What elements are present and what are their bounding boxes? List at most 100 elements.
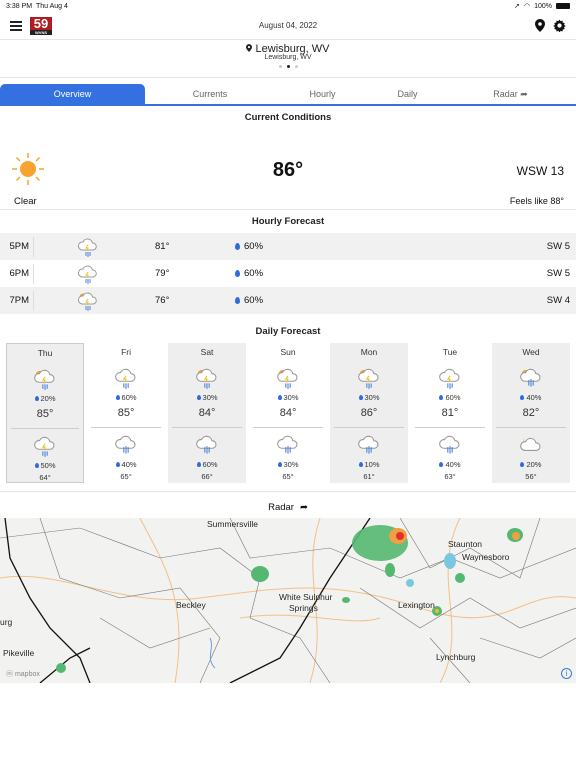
- day-name: Sat: [200, 347, 214, 357]
- map-label: Pikeville: [3, 648, 35, 658]
- precip-value: 10%: [364, 460, 380, 469]
- settings-gear-icon[interactable]: [553, 19, 566, 32]
- hour-wind: SW 4: [546, 295, 570, 306]
- hour-precip: 60%: [235, 241, 263, 252]
- precip-value: 40%: [526, 393, 542, 402]
- day-name: Mon: [360, 347, 378, 357]
- map-label: urg: [0, 617, 13, 627]
- location-header: Lewisburg, WV Lewisburg, WV: [0, 40, 576, 78]
- wind-value: WSW 13: [516, 164, 564, 178]
- raindrop-icon: [277, 395, 282, 400]
- hour-wind: SW 5: [546, 268, 570, 279]
- station-logo[interactable]: 59 WVNS: [30, 16, 52, 35]
- divider: [415, 427, 485, 428]
- map-label: Staunton: [448, 539, 483, 549]
- map-label: Springs: [289, 603, 318, 613]
- page-dot-add[interactable]: [294, 65, 298, 68]
- raindrop-icon: [115, 462, 120, 467]
- hourly-row[interactable]: 5PM 81° 60% SW 5: [0, 233, 576, 260]
- precip-value: 30%: [283, 460, 299, 469]
- daily-card[interactable]: Sun 30% 84° 30% 65°: [249, 343, 327, 483]
- tab-daily[interactable]: Daily: [370, 84, 445, 104]
- night-cloudy-icon: [492, 432, 570, 458]
- partly-sunny-rain-icon: [492, 365, 570, 391]
- tab-label: Overview: [53, 89, 92, 99]
- tab-label: Hourly: [309, 89, 336, 99]
- raindrop-icon: [235, 270, 240, 277]
- rain-icon: [87, 432, 165, 458]
- hour-time: 6PM: [0, 263, 34, 284]
- raindrop-icon: [358, 462, 363, 467]
- map-label: Summersville: [207, 519, 259, 529]
- precip-value: 50%: [40, 461, 56, 470]
- header-date: August 04, 2022: [258, 21, 318, 30]
- low-temp: 61°: [363, 472, 375, 481]
- status-time: 3:38 PM: [6, 2, 33, 10]
- logo-sub: WVNS: [30, 29, 52, 35]
- hourly-row[interactable]: 7PM 76° 60% SW 4: [0, 287, 576, 314]
- raindrop-icon: [277, 462, 282, 467]
- daily-card[interactable]: Sat 30% 84° 60% 66°: [168, 343, 247, 483]
- thunderstorm-icon: [76, 262, 100, 289]
- map-label: Beckley: [176, 600, 206, 610]
- page-dot-active[interactable]: [286, 65, 290, 68]
- high-temp: 84°: [198, 407, 216, 419]
- location-pin-icon[interactable]: [535, 19, 545, 32]
- radar-map[interactable]: Summersville Beckley White Sulphur Sprin…: [0, 518, 576, 683]
- night-thunderstorm-icon: [7, 433, 83, 459]
- mapbox-attribution[interactable]: ⓜ mapbox: [6, 669, 40, 679]
- precip-value: 60%: [244, 268, 264, 279]
- current-conditions: Clear 86° WSW 13 Feels like 88°: [0, 129, 576, 209]
- day-name: Thu: [37, 348, 53, 358]
- day-precip: 40%: [492, 393, 570, 402]
- raindrop-icon: [196, 462, 201, 467]
- raindrop-icon: [358, 395, 363, 400]
- daily-forecast-title: Daily Forecast: [255, 326, 321, 337]
- raindrop-icon: [439, 462, 444, 467]
- page-indicator[interactable]: [0, 65, 576, 68]
- tab-currents[interactable]: Currents: [145, 84, 275, 104]
- precip-value: 40%: [121, 460, 137, 469]
- precip-value: 60%: [445, 393, 461, 402]
- divider: [253, 427, 324, 428]
- page-dot[interactable]: [278, 65, 282, 68]
- high-temp: 81°: [441, 407, 459, 419]
- raindrop-icon: [520, 462, 525, 467]
- day-precip: 60%: [87, 393, 165, 402]
- share-icon[interactable]: ➦: [300, 502, 308, 513]
- hourly-row[interactable]: 6PM 79° 60% SW 5: [0, 260, 576, 287]
- night-precip: 60%: [168, 460, 246, 469]
- tab-hourly[interactable]: Hourly: [275, 84, 370, 104]
- night-precip: 10%: [330, 460, 408, 469]
- menu-icon[interactable]: [10, 20, 22, 31]
- high-temp: 85°: [117, 407, 135, 419]
- daily-card[interactable]: Fri 60% 85° 40% 65°: [87, 343, 165, 483]
- daily-card[interactable]: Tue 60% 81° 40% 63°: [411, 343, 489, 483]
- raindrop-icon: [115, 395, 120, 400]
- battery-percent: 100%: [534, 2, 552, 10]
- feels-like: Feels like 88°: [509, 196, 564, 206]
- daily-card[interactable]: Mon 30% 86° 10% 61°: [330, 343, 408, 483]
- hour-wind: SW 5: [546, 241, 570, 252]
- night-rain-icon: [168, 432, 246, 458]
- tab-label: Currents: [192, 89, 228, 99]
- map-label: White Sulphur: [279, 592, 333, 602]
- tab-radar[interactable]: Radar ➦: [445, 84, 576, 104]
- info-icon[interactable]: i: [561, 668, 572, 679]
- low-temp: 63°: [444, 472, 456, 481]
- share-icon: ➦: [520, 88, 528, 99]
- tab-overview[interactable]: Overview: [0, 84, 145, 104]
- precip-value: 60%: [121, 393, 137, 402]
- status-day: Thu Aug 4: [35, 2, 68, 10]
- map-label: Waynesboro: [462, 552, 510, 562]
- hour-temp: 81°: [155, 241, 170, 252]
- night-precip: 50%: [7, 461, 83, 470]
- daily-card[interactable]: Thu 20% 85° 50% 64°: [6, 343, 85, 483]
- location-subtitle: Lewisburg, WV: [264, 54, 312, 61]
- radar-header[interactable]: Radar ➦: [0, 492, 576, 518]
- rain-icon: [330, 432, 408, 458]
- attribution-text: mapbox: [14, 671, 40, 678]
- night-precip: 40%: [411, 460, 489, 469]
- daily-card[interactable]: Wed 40% 82° 20% 56°: [491, 343, 570, 483]
- hour-temp: 79°: [155, 268, 170, 279]
